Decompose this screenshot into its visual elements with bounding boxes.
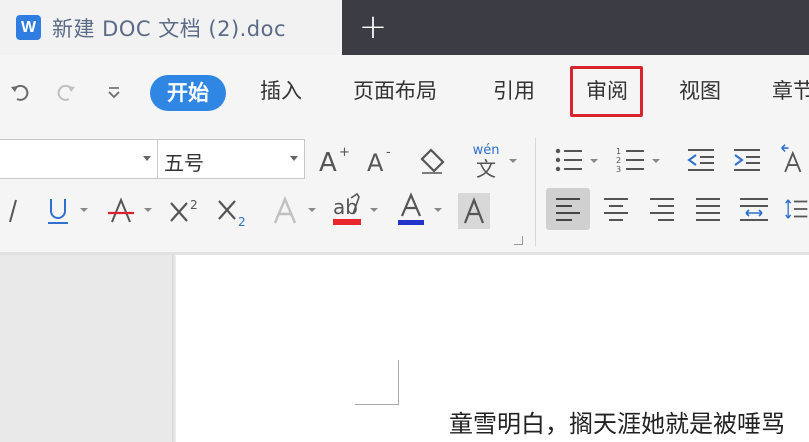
character-shading-icon[interactable] xyxy=(458,193,490,229)
align-right-icon[interactable] xyxy=(644,190,680,228)
chevron-down-icon[interactable] xyxy=(509,159,517,163)
svg-text:ab: ab xyxy=(333,195,358,219)
line-spacing-icon[interactable] xyxy=(784,190,809,228)
font-size-value: 五号 xyxy=(164,151,204,175)
group-divider xyxy=(535,138,536,246)
clear-formatting-eraser-icon[interactable] xyxy=(414,143,450,179)
svg-text:-: - xyxy=(386,145,391,160)
grow-font-icon[interactable]: A + xyxy=(316,142,352,178)
text-direction-icon[interactable] xyxy=(780,141,809,179)
svg-text:+: + xyxy=(339,145,350,160)
phonetic-guide-icon[interactable]: wén 文 xyxy=(466,142,506,182)
font-color-icon[interactable] xyxy=(394,191,428,229)
font-dialog-launcher-icon[interactable] xyxy=(514,236,523,245)
review-tab-highlight-box xyxy=(570,66,643,117)
phonetic-char: 文 xyxy=(476,157,496,181)
title-bar: W 新建 DOC 文档 (2).doc + xyxy=(0,0,809,55)
wps-writer-logo-icon: W xyxy=(16,15,41,40)
document-body-text[interactable]: 童雪明白，搁天涯她就是被唾骂 xyxy=(449,404,785,439)
align-center-icon[interactable] xyxy=(598,190,634,228)
tab-chapter[interactable]: 章节 xyxy=(772,73,809,109)
svg-text:3: 3 xyxy=(616,165,621,174)
chevron-down-icon[interactable] xyxy=(370,208,378,212)
font-size-combobox[interactable]: 五号 xyxy=(157,139,305,179)
svg-text:2: 2 xyxy=(616,156,621,165)
svg-text:A: A xyxy=(367,149,384,176)
new-tab-button[interactable]: + xyxy=(352,6,394,48)
decrease-indent-icon[interactable] xyxy=(684,143,718,177)
customize-quick-access-chevron-down-icon[interactable] xyxy=(102,77,126,107)
distributed-align-icon[interactable] xyxy=(736,190,772,228)
document-title: 新建 DOC 文档 (2).doc xyxy=(52,16,287,41)
subscript-icon[interactable]: 2 xyxy=(214,193,252,229)
svg-text:2: 2 xyxy=(238,215,246,227)
undo-icon[interactable] xyxy=(6,77,34,107)
chevron-down-icon xyxy=(290,156,298,161)
ribbon-menu-bar: 开始 插入 页面布局 引用 审阅 视图 章节 xyxy=(0,55,809,130)
chevron-down-icon[interactable] xyxy=(590,159,598,163)
chevron-down-icon xyxy=(143,156,151,161)
svg-text:1: 1 xyxy=(616,147,621,156)
page-margin-marker xyxy=(355,404,399,405)
justify-icon[interactable] xyxy=(690,190,726,228)
chevron-down-icon[interactable] xyxy=(652,159,660,163)
bullet-list-icon[interactable] xyxy=(552,143,586,177)
italic-icon[interactable] xyxy=(2,195,24,227)
phonetic-pinyin: wén xyxy=(472,143,500,158)
highlight-color-icon[interactable]: ab xyxy=(330,191,364,229)
underline-icon[interactable] xyxy=(42,193,74,229)
increase-indent-icon[interactable] xyxy=(730,143,764,177)
chevron-down-icon[interactable] xyxy=(144,208,152,212)
tab-page-layout[interactable]: 页面布局 xyxy=(353,73,437,109)
text-effect-icon[interactable] xyxy=(268,193,302,229)
align-left-icon[interactable] xyxy=(546,188,590,230)
page-margin-marker xyxy=(398,360,399,405)
numbered-list-icon[interactable]: 123 xyxy=(614,143,648,177)
superscript-icon[interactable]: 2 xyxy=(166,193,204,229)
shrink-font-icon[interactable]: A- xyxy=(364,142,400,178)
svg-text:A: A xyxy=(319,148,337,176)
tab-insert[interactable]: 插入 xyxy=(260,73,302,109)
tab-view[interactable]: 视图 xyxy=(679,73,721,109)
chevron-down-icon[interactable] xyxy=(80,208,88,212)
svg-text:2: 2 xyxy=(190,198,198,212)
tab-home[interactable]: 开始 xyxy=(150,75,226,111)
chevron-down-icon[interactable] xyxy=(308,208,316,212)
chevron-down-icon[interactable] xyxy=(434,208,442,212)
tab-references[interactable]: 引用 xyxy=(493,73,535,109)
document-tab[interactable]: W 新建 DOC 文档 (2).doc xyxy=(0,0,342,55)
strikethrough-icon[interactable] xyxy=(104,193,138,229)
redo-icon[interactable] xyxy=(52,77,80,107)
font-name-combobox[interactable] xyxy=(0,139,158,179)
